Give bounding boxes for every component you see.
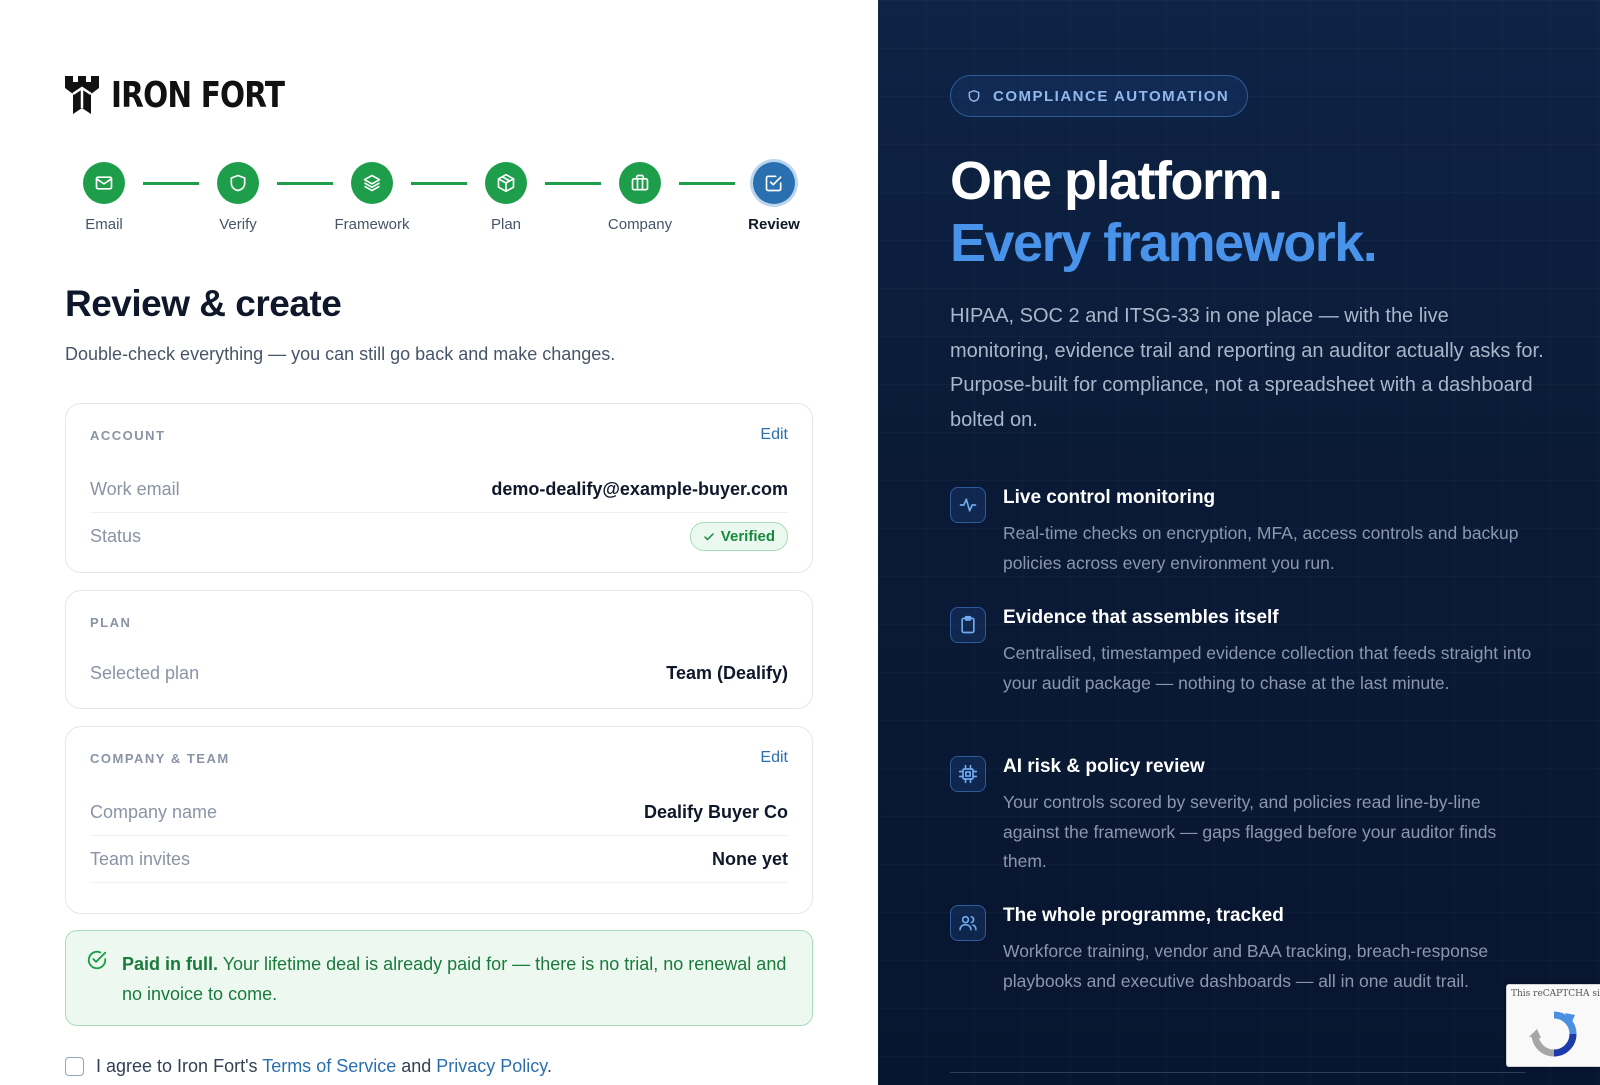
iron-fort-logo-icon xyxy=(65,76,99,114)
headline-line-2: Every framework. xyxy=(950,213,1378,273)
step-label: Company xyxy=(607,216,673,233)
step-label: Email xyxy=(85,216,123,233)
cpu-icon xyxy=(958,764,978,784)
notice-strong: Paid in full. xyxy=(122,954,219,974)
shield-icon xyxy=(968,90,980,102)
step-verify[interactable]: Verify xyxy=(188,162,288,233)
feature-description: Your controls scored by severity, and po… xyxy=(1003,792,1497,871)
promo-panel: COMPLIANCE AUTOMATION One platform. Ever… xyxy=(878,0,1600,1085)
feature-title: The whole programme, tracked xyxy=(1003,905,1284,926)
headline-line-1: One platform. xyxy=(950,151,1283,211)
notice-text: Your lifetime deal is already paid for —… xyxy=(122,954,787,1004)
signup-form-panel: IRON FORT Email Verify Framework Plan Co… xyxy=(0,0,878,1085)
company-name-value: Dealify Buyer Co xyxy=(643,801,788,822)
briefcase-icon xyxy=(631,174,649,191)
feature-description: Centralised, timestamped evidence collec… xyxy=(1003,643,1532,693)
check-circle-icon xyxy=(87,950,107,970)
feature-item: Evidence that assembles itself Centralis… xyxy=(950,607,1550,737)
edit-company-link[interactable]: Edit xyxy=(760,749,788,767)
step-company[interactable]: Company xyxy=(590,162,690,233)
step-framework[interactable]: Framework xyxy=(322,162,422,233)
recaptcha-text: This reCAPTCHA site admin you a xyxy=(1511,989,1600,999)
team-invites-value: None yet xyxy=(711,848,788,869)
step-label: Review xyxy=(748,216,800,233)
step-review[interactable]: Review xyxy=(724,162,824,233)
terms-agreement: I agree to Iron Fort's Terms of Service … xyxy=(65,1056,552,1077)
agree-prefix: I agree to Iron Fort's xyxy=(96,1056,263,1076)
summary-row: Selected plan Team (Dealify) xyxy=(90,653,788,693)
page-title: Review & create xyxy=(65,283,342,324)
company-card: COMPANY & TEAM Edit Company name Dealify… xyxy=(65,726,813,914)
selected-plan-value: Team (Dealify) xyxy=(666,662,788,683)
page-subtitle: Double-check everything — you can still … xyxy=(65,344,616,364)
status-badge: Verified xyxy=(689,522,788,551)
step-label: Verify xyxy=(219,216,257,233)
feature-title: Evidence that assembles itself xyxy=(1003,607,1279,628)
row-key: Team invites xyxy=(90,848,191,869)
step-label: Framework xyxy=(334,216,410,233)
privacy-link[interactable]: Privacy Policy xyxy=(436,1056,547,1076)
status-value: Verified xyxy=(720,528,775,545)
row-key: Work email xyxy=(90,478,180,499)
card-label: COMPANY & TEAM xyxy=(90,750,230,766)
card-label: ACCOUNT xyxy=(90,427,166,443)
card-label: PLAN xyxy=(90,614,132,630)
feature-description: Workforce training, vendor and BAA track… xyxy=(1003,941,1489,991)
logo: IRON FORT xyxy=(65,74,322,116)
terms-checkbox[interactable] xyxy=(65,1057,84,1076)
feature-item: Live control monitoring Real-time checks… xyxy=(950,487,1550,587)
edit-account-link[interactable]: Edit xyxy=(760,426,788,444)
recaptcha-icon xyxy=(1529,1011,1577,1057)
pill-label: COMPLIANCE AUTOMATION xyxy=(993,87,1230,105)
summary-row: Status Verified xyxy=(90,513,788,560)
row-key: Company name xyxy=(90,801,218,822)
agree-and: and xyxy=(396,1056,437,1076)
row-key: Status xyxy=(90,526,142,546)
progress-stepper: Email Verify Framework Plan Company Revi… xyxy=(65,162,813,242)
box-icon xyxy=(497,173,515,193)
mail-icon xyxy=(95,176,113,190)
summary-row: Work email demo-dealify@example-buyer.co… xyxy=(90,466,788,513)
plan-card: PLAN Selected plan Team (Dealify) xyxy=(65,590,813,709)
work-email-value: demo-dealify@example-buyer.com xyxy=(491,478,788,499)
category-pill: COMPLIANCE AUTOMATION xyxy=(950,75,1249,117)
feature-description: Real-time checks on encryption, MFA, acc… xyxy=(1003,523,1519,573)
step-label: Plan xyxy=(490,216,522,233)
clipboard-icon xyxy=(961,615,975,634)
layers-icon xyxy=(363,174,381,192)
account-card: ACCOUNT Edit Work email demo-dealify@exa… xyxy=(65,403,813,573)
feature-item: The whole programme, tracked Workforce t… xyxy=(950,905,1550,1035)
summary-row: Company name Dealify Buyer Co xyxy=(90,789,788,836)
brand-name: IRON FORT xyxy=(111,74,285,116)
feature-title: Live control monitoring xyxy=(1003,487,1216,508)
paid-notice: Paid in full. Your lifetime deal is alre… xyxy=(65,930,813,1026)
promo-lead: HIPAA, SOC 2 and ITSG-33 in one place — … xyxy=(950,305,1544,431)
divider xyxy=(950,1072,1525,1073)
checkbox-icon xyxy=(765,175,782,192)
activity-icon xyxy=(959,498,977,512)
check-icon xyxy=(704,532,714,540)
summary-row: Team invites None yet xyxy=(90,836,788,883)
users-icon xyxy=(959,915,977,931)
row-key: Selected plan xyxy=(90,662,200,683)
step-email[interactable]: Email xyxy=(54,162,154,233)
agree-suffix: . xyxy=(546,1056,552,1076)
recaptcha-badge[interactable]: This reCAPTCHA site admin you a xyxy=(1506,984,1600,1067)
terms-link[interactable]: Terms of Service xyxy=(262,1056,396,1076)
step-plan[interactable]: Plan xyxy=(456,162,556,233)
shield-icon xyxy=(230,174,246,192)
feature-item: AI risk & policy review Your controls sc… xyxy=(950,756,1550,886)
feature-title: AI risk & policy review xyxy=(1003,756,1205,777)
